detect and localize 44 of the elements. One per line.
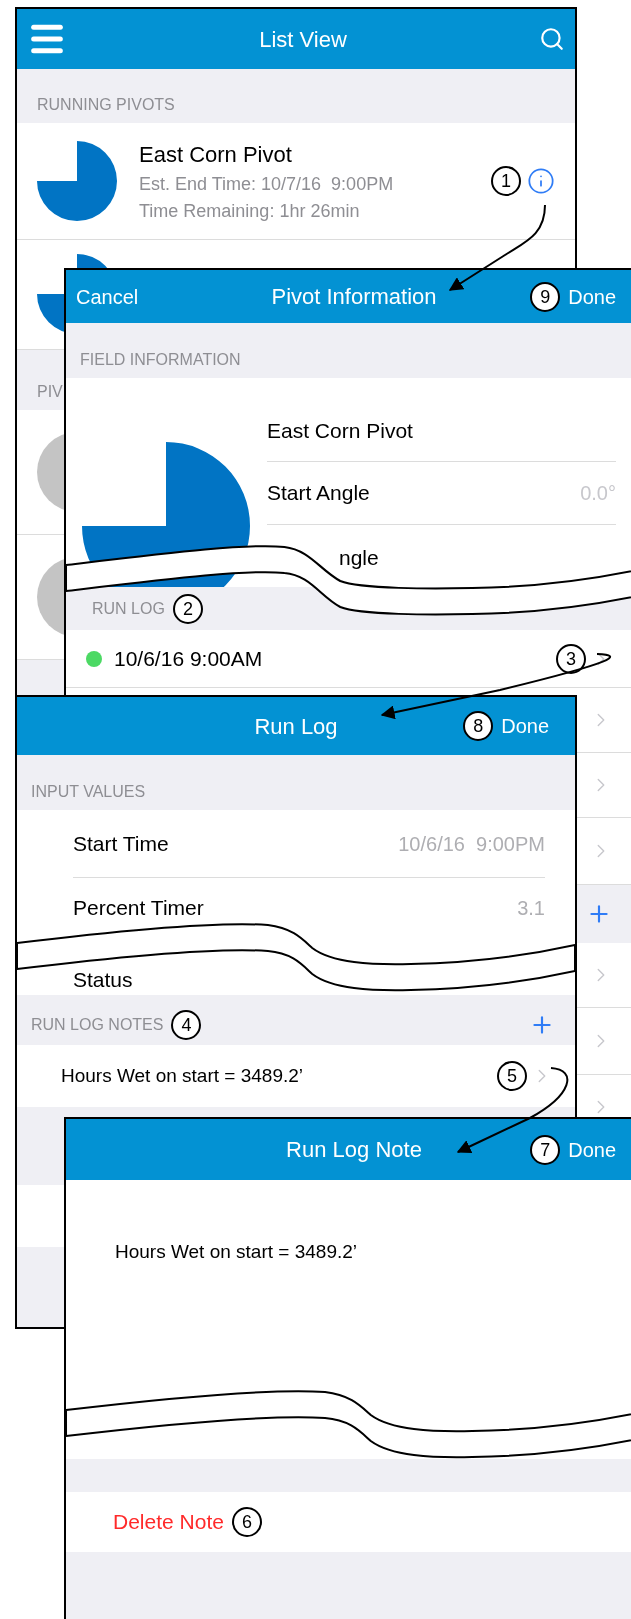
- field-label: Status: [73, 969, 133, 990]
- callout-number: 2: [172, 593, 203, 624]
- note-row[interactable]: Hours Wet on start = 3489.2’ 5: [17, 1045, 575, 1107]
- note-text: Hours Wet on start = 3489.2’: [115, 1241, 358, 1262]
- field-value: 0.0°: [580, 481, 616, 507]
- field-label: ngle: [339, 546, 379, 568]
- callout-number: 3: [556, 643, 586, 674]
- pivot-name: East Corn Pivot: [267, 417, 413, 444]
- screen-title: Run Log: [254, 712, 338, 741]
- callout-number: 9: [530, 281, 561, 312]
- search-icon[interactable]: [539, 26, 565, 52]
- callout-number: 1: [491, 166, 521, 196]
- end-time: Est. End Time: 10/7/16 9:00PM: [139, 172, 394, 196]
- screen-title: Run Log Note: [286, 1136, 422, 1164]
- pivot-name: East Corn Pivot: [139, 140, 293, 169]
- field-label: Start Time: [73, 830, 169, 857]
- callout-number: 4: [171, 1010, 202, 1040]
- section-header: RUN LOG: [92, 598, 165, 619]
- section-header: INPUT VALUES: [31, 782, 146, 802]
- section-header: PIV: [37, 382, 63, 402]
- section-header: FIELD INFORMATION: [80, 350, 241, 370]
- info-icon[interactable]: [527, 167, 555, 195]
- callout-number: 8: [463, 711, 494, 741]
- done-button[interactable]: Done: [568, 1134, 616, 1165]
- note-text: Hours Wet on start = 3489.2’: [61, 1063, 304, 1088]
- done-button[interactable]: Done: [568, 281, 616, 312]
- time-remaining: Time Remaining: 1hr 26min: [139, 199, 361, 223]
- field-label: Start Angle: [267, 480, 370, 507]
- screen-title: Pivot Information: [271, 283, 437, 311]
- section-header: RUNNING PIVOTS: [37, 95, 175, 115]
- run-log-row[interactable]: 10/6/16 9:00AM 3: [66, 630, 631, 688]
- callout-number: 7: [530, 1134, 561, 1165]
- field-label: Percent Timer: [73, 895, 204, 922]
- callout-number: 6: [231, 1507, 262, 1537]
- pie-chart-icon: [37, 141, 117, 221]
- section-header: RUN LOG NOTES: [31, 1015, 164, 1035]
- delete-note-button[interactable]: Delete Note: [113, 1506, 224, 1538]
- done-button[interactable]: Done: [501, 711, 549, 741]
- screen-title: List View: [259, 25, 347, 54]
- run-log-time: 10/6/16 9:00AM: [114, 645, 263, 672]
- field-value: 3.1: [517, 896, 545, 921]
- callout-number: 5: [497, 1061, 527, 1091]
- field-value: 10/6/16 9:00PM: [398, 831, 545, 857]
- cancel-button[interactable]: Cancel: [76, 281, 139, 312]
